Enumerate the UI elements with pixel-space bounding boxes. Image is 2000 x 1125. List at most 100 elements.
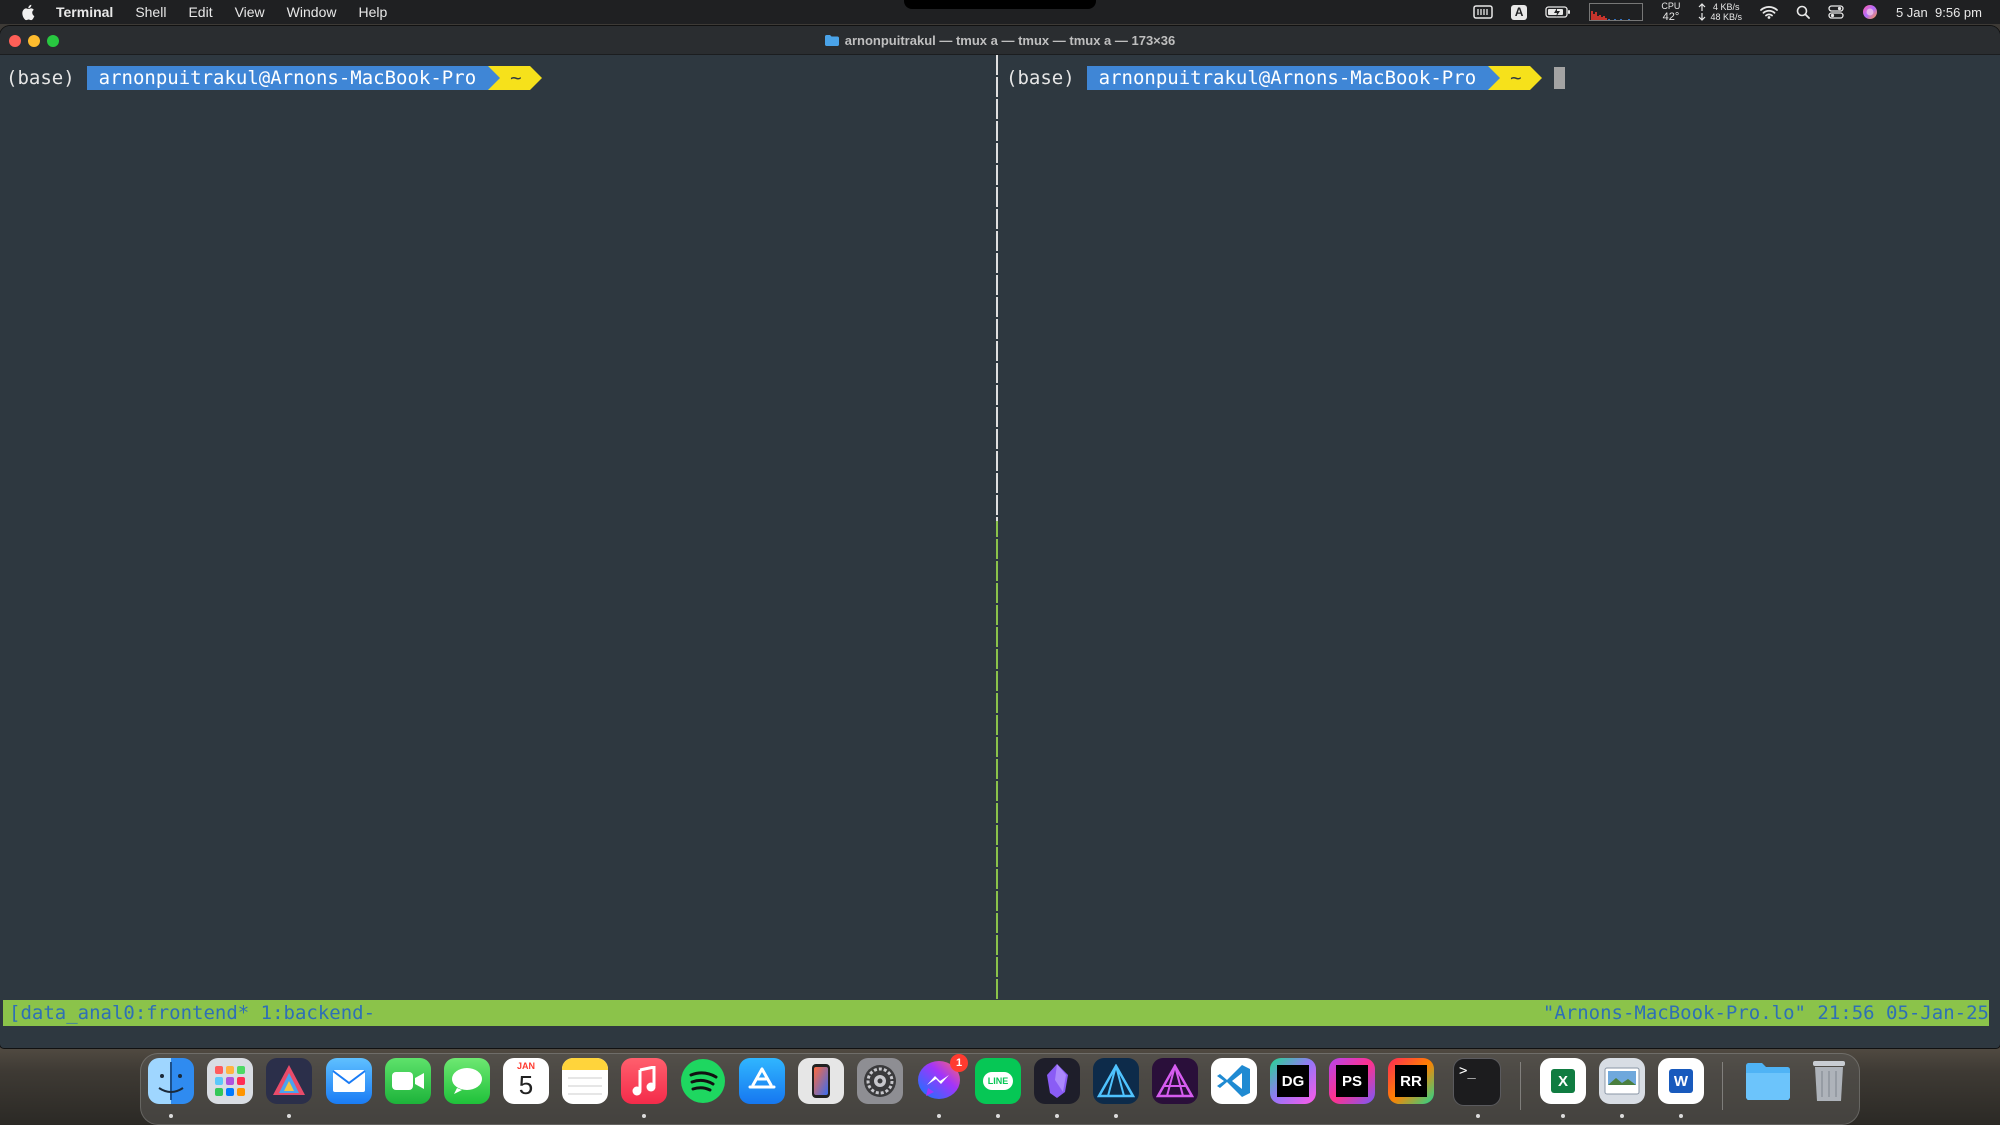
messenger-notification-badge: 1 <box>950 1054 968 1072</box>
input-source-indicator[interactable]: A <box>1510 4 1528 20</box>
fullscreen-window-button[interactable] <box>47 35 59 47</box>
clock[interactable]: 5 Jan 9:56 pm <box>1896 5 1982 20</box>
datagrip-icon[interactable]: DG <box>1270 1058 1316 1104</box>
apple-logo-icon[interactable] <box>20 3 38 21</box>
window-titlebar[interactable]: arnonpuitrakul — tmux a — tmux — tmux a … <box>0 26 2000 55</box>
menu-help[interactable]: Help <box>358 0 387 24</box>
preview-icon[interactable] <box>1599 1058 1645 1104</box>
running-indicator <box>1114 1114 1118 1118</box>
net-download-speed: 48 KB/s <box>1710 11 1742 22</box>
affinity-designer-icon[interactable] <box>1093 1058 1139 1104</box>
powerline-end-icon <box>529 66 542 90</box>
folder-icon <box>824 34 839 46</box>
music-icon[interactable] <box>621 1058 667 1104</box>
messages-icon[interactable] <box>444 1058 490 1104</box>
running-indicator <box>642 1114 646 1118</box>
powerline-separator-icon <box>488 66 501 90</box>
terminal-window: arnonpuitrakul — tmux a — tmux — tmux a … <box>0 26 2000 1048</box>
system-settings-icon[interactable] <box>857 1058 903 1104</box>
affinity-photo-icon[interactable] <box>1152 1058 1198 1104</box>
conda-env-label: (base) <box>1006 67 1075 89</box>
finder-icon[interactable] <box>148 1058 194 1104</box>
prompt-directory: ~ <box>500 66 530 90</box>
menu-app-name[interactable]: Terminal <box>56 0 113 24</box>
text-cursor <box>1553 67 1565 89</box>
running-indicator <box>1620 1114 1624 1118</box>
shell-prompt: (base) arnonpuitrakul@Arnons-MacBook-Pro… <box>6 66 542 90</box>
running-indicator <box>1679 1114 1683 1118</box>
affinity-icon[interactable] <box>266 1058 312 1104</box>
mail-icon[interactable] <box>326 1058 372 1104</box>
tmux-pane-right[interactable]: (base) arnonpuitrakul@Arnons-MacBook-Pro… <box>1000 55 2000 1026</box>
clock-time: 9:56 pm <box>1935 4 1982 20</box>
datagrip-label: DG <box>1277 1065 1309 1097</box>
dock-separator <box>1520 1062 1521 1110</box>
terminal-icon[interactable]: >_ <box>1453 1058 1501 1106</box>
powerline-separator-icon <box>1488 66 1501 90</box>
close-window-button[interactable] <box>9 35 21 47</box>
running-indicator <box>169 1114 173 1118</box>
prompt-directory: ~ <box>1500 66 1530 90</box>
prompt-user-host: arnonpuitrakul@Arnons-MacBook-Pro <box>86 66 489 90</box>
calendar-icon[interactable]: JAN 5 <box>503 1058 549 1104</box>
downloads-folder-icon[interactable] <box>1745 1058 1791 1104</box>
vscode-icon[interactable] <box>1211 1058 1257 1104</box>
cpu-temperature[interactable]: CPU 42° <box>1661 0 1681 23</box>
facetime-icon[interactable] <box>385 1058 431 1104</box>
search-icon[interactable] <box>1796 5 1810 19</box>
cpu-temp-value: 42° <box>1662 10 1680 23</box>
launchpad-icon[interactable] <box>207 1058 253 1104</box>
dock-separator <box>1722 1062 1723 1110</box>
minimize-window-button[interactable] <box>28 35 40 47</box>
cpu-label: CPU <box>1661 0 1681 11</box>
up-down-arrows-icon <box>1699 3 1706 21</box>
running-indicator <box>1055 1114 1059 1118</box>
menu-bar-status-area: A CPU 42° 4 KB/s 48 KB/s 5 Jan 9:56 pm <box>1473 0 1982 24</box>
running-indicator <box>1561 1114 1565 1118</box>
line-bubble: LINE <box>982 1072 1014 1090</box>
notes-icon[interactable] <box>562 1058 608 1104</box>
excel-icon[interactable]: X <box>1540 1058 1586 1104</box>
terminal-label: >_ <box>1459 1063 1476 1079</box>
menu-window[interactable]: Window <box>287 0 337 24</box>
spotify-icon[interactable] <box>680 1058 726 1104</box>
prompt-user-host: arnonpuitrakul@Arnons-MacBook-Pro <box>1086 66 1489 90</box>
tmux-host-clock: "Arnons-MacBook-Pro.lo" 21:56 05-Jan-25 <box>1542 1002 1989 1024</box>
word-label: W <box>1669 1069 1693 1093</box>
control-center-icon[interactable] <box>1828 5 1844 19</box>
tmux-pane-left[interactable]: (base) arnonpuitrakul@Arnons-MacBook-Pro… <box>0 55 995 1026</box>
excel-label: X <box>1551 1069 1575 1093</box>
running-indicator <box>287 1114 291 1118</box>
tmux-status-bar: [data_anal0:frontend* 1:backend- "Arnons… <box>3 1000 1989 1026</box>
word-icon[interactable]: W <box>1658 1058 1704 1104</box>
line-icon[interactable]: LINE <box>975 1058 1021 1104</box>
network-speed[interactable]: 4 KB/s 48 KB/s <box>1698 1 1742 22</box>
running-indicator <box>1476 1114 1480 1118</box>
trash-icon[interactable] <box>1806 1058 1852 1104</box>
rustrover-label: RR <box>1395 1065 1427 1097</box>
rustrover-icon[interactable]: RR <box>1388 1058 1434 1104</box>
wifi-icon[interactable] <box>1760 5 1778 19</box>
menu-view[interactable]: View <box>235 0 265 24</box>
window-title: arnonpuitrakul — tmux a — tmux — tmux a … <box>844 32 1176 48</box>
app-store-icon[interactable] <box>739 1058 785 1104</box>
calendar-day: 5 <box>518 1070 534 1100</box>
conda-env-label: (base) <box>6 67 75 89</box>
obsidian-icon[interactable] <box>1034 1058 1080 1104</box>
iphone-mirroring-icon[interactable] <box>798 1058 844 1104</box>
phpstorm-label: PS <box>1336 1065 1368 1097</box>
phpstorm-icon[interactable]: PS <box>1329 1058 1375 1104</box>
tmux-window-list[interactable]: [data_anal0:frontend* 1:backend- <box>9 1000 375 1026</box>
net-upload-speed: 4 KB/s <box>1712 1 1740 12</box>
menu-edit[interactable]: Edit <box>188 0 212 24</box>
pane-divider-dash-pattern <box>996 55 998 1026</box>
cpu-graph-icon[interactable] <box>1589 3 1644 21</box>
powerline-end-icon <box>1529 66 1542 90</box>
keyboard-icon[interactable] <box>1473 5 1493 19</box>
running-indicator <box>937 1114 941 1118</box>
battery-icon[interactable] <box>1545 5 1571 19</box>
shell-prompt: (base) arnonpuitrakul@Arnons-MacBook-Pro… <box>1006 66 1565 90</box>
running-indicator <box>996 1114 1000 1118</box>
menu-shell[interactable]: Shell <box>135 0 166 24</box>
siri-icon[interactable] <box>1862 4 1878 20</box>
